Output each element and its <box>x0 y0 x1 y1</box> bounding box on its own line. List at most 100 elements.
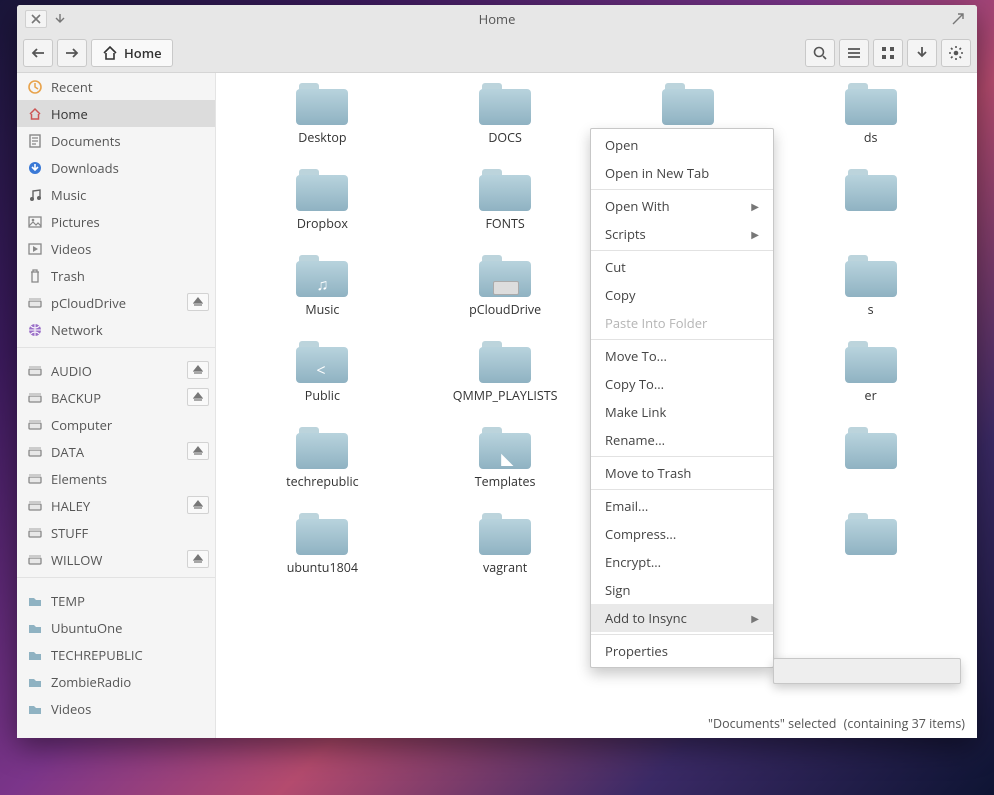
sidebar-item-tr[interactable]: TECHREPUBLIC <box>17 641 215 668</box>
back-button[interactable] <box>23 39 53 67</box>
sidebar-item-label: Music <box>51 186 86 204</box>
eject-button[interactable] <box>187 442 209 460</box>
folder-item[interactable]: ◣ Templates <box>419 427 592 505</box>
sidebar-item-stuff[interactable]: STUFF <box>17 519 215 546</box>
sidebar-item-haley[interactable]: HALEY <box>17 492 215 519</box>
eject-button[interactable] <box>187 293 209 311</box>
sidebar-item-elements[interactable]: Elements <box>17 465 215 492</box>
context-item[interactable]: Encrypt... <box>591 548 773 576</box>
context-item[interactable]: Scripts▶ <box>591 220 773 248</box>
location-button[interactable]: Home <box>91 39 173 67</box>
eject-button[interactable] <box>187 496 209 514</box>
folder-item[interactable]: QMMP_PLAYLISTS <box>419 341 592 419</box>
maximize-button[interactable] <box>947 10 969 28</box>
folder-label: DOCS <box>488 129 522 146</box>
settings-button[interactable] <box>941 39 971 67</box>
context-item[interactable]: Move To... <box>591 342 773 370</box>
sidebar-item-ubuntuone[interactable]: UbuntuOne <box>17 614 215 641</box>
sidebar-item-temp[interactable]: TEMP <box>17 587 215 614</box>
sidebar-item-bvids[interactable]: Videos <box>17 695 215 722</box>
eject-button[interactable] <box>187 361 209 379</box>
bvids-icon <box>27 701 43 717</box>
folder-item[interactable]: pCloudDrive <box>419 255 592 333</box>
context-item[interactable]: Rename... <box>591 426 773 454</box>
folder-item[interactable] <box>784 169 957 247</box>
folder-item[interactable]: < Public <box>236 341 409 419</box>
context-item[interactable]: Open With▶ <box>591 192 773 220</box>
download-button[interactable] <box>907 39 937 67</box>
sidebar-item-willow[interactable]: WILLOW <box>17 546 215 573</box>
folder-label: FONTS <box>485 215 524 232</box>
context-item[interactable]: Compress... <box>591 520 773 548</box>
minimize-button[interactable] <box>49 10 71 28</box>
folder-item[interactable]: Dropbox <box>236 169 409 247</box>
context-submenu[interactable] <box>773 658 961 684</box>
eject-button[interactable] <box>187 550 209 568</box>
context-item[interactable]: Add to Insync▶ <box>591 604 773 632</box>
folder-item[interactable]: ds <box>784 83 957 161</box>
statusbar-detail: (containing 37 items) <box>844 715 965 732</box>
forward-button[interactable] <box>57 39 87 67</box>
sidebar-item-data[interactable]: DATA <box>17 438 215 465</box>
sidebar-item-recent[interactable]: Recent <box>17 73 215 100</box>
search-button[interactable] <box>805 39 835 67</box>
sidebar-item-pics[interactable]: Pictures <box>17 208 215 235</box>
folder-item[interactable]: ♫ Music <box>236 255 409 333</box>
context-item-label: Open With <box>605 197 670 215</box>
close-button[interactable] <box>25 10 47 28</box>
sidebar-item-label: Videos <box>51 700 91 718</box>
context-item-label: Sign <box>605 581 630 599</box>
folder-label: vagrant <box>483 559 527 576</box>
grid-view-button[interactable] <box>873 39 903 67</box>
eject-button[interactable] <box>187 388 209 406</box>
folder-item[interactable]: FONTS <box>419 169 592 247</box>
folder-icon <box>845 513 897 555</box>
folder-item[interactable]: er <box>784 341 957 419</box>
sidebar-item-label: Downloads <box>51 159 119 177</box>
sidebar-item-pcloud[interactable]: pCloudDrive <box>17 289 215 316</box>
context-item-label: Copy To... <box>605 375 664 393</box>
context-menu[interactable]: OpenOpen in New Tab Open With▶Scripts▶ Cut… <box>590 128 774 668</box>
sidebar-item-network[interactable]: Network <box>17 316 215 343</box>
context-item[interactable]: Open <box>591 131 773 159</box>
folder-item[interactable]: techrepublic <box>236 427 409 505</box>
folder-item[interactable]: s <box>784 255 957 333</box>
context-item[interactable]: Cut <box>591 253 773 281</box>
context-item[interactable]: Make Link <box>591 398 773 426</box>
sidebar-item-trash[interactable]: Trash <box>17 262 215 289</box>
sidebar-item-home[interactable]: Home <box>17 100 215 127</box>
folder-icon <box>845 255 897 297</box>
videos-icon <box>27 241 43 257</box>
list-view-button[interactable] <box>839 39 869 67</box>
folder-item[interactable]: ubuntu1804 <box>236 513 409 591</box>
context-separator <box>591 250 773 251</box>
context-item[interactable]: Properties <box>591 637 773 665</box>
folder-item[interactable]: DOCS <box>419 83 592 161</box>
sidebar-item-videos[interactable]: Videos <box>17 235 215 262</box>
folder-icon <box>296 83 348 125</box>
sidebar-item-label: WILLOW <box>51 551 102 569</box>
sidebar-item-label: TEMP <box>51 592 85 610</box>
folder-item[interactable]: Desktop <box>236 83 409 161</box>
folder-item[interactable]: vagrant <box>419 513 592 591</box>
folder-item[interactable] <box>784 427 957 505</box>
context-item[interactable]: Email... <box>591 492 773 520</box>
sidebar-item-audio[interactable]: AUDIO <box>17 357 215 384</box>
sidebar-item-computer[interactable]: Computer <box>17 411 215 438</box>
backup-icon <box>27 390 43 406</box>
folder-item[interactable] <box>784 513 957 591</box>
context-item[interactable]: Copy <box>591 281 773 309</box>
context-item[interactable]: Move to Trash <box>591 459 773 487</box>
context-item: Paste Into Folder <box>591 309 773 337</box>
folder-icon <box>662 83 714 125</box>
context-item[interactable]: Open in New Tab <box>591 159 773 187</box>
sidebar-item-zr[interactable]: ZombieRadio <box>17 668 215 695</box>
folder-label: Desktop <box>298 129 346 146</box>
sidebar-item-backup[interactable]: BACKUP <box>17 384 215 411</box>
sidebar-item-dl[interactable]: Downloads <box>17 154 215 181</box>
sidebar-item-label: Documents <box>51 132 121 150</box>
context-item[interactable]: Copy To... <box>591 370 773 398</box>
sidebar-item-music[interactable]: Music <box>17 181 215 208</box>
context-item[interactable]: Sign <box>591 576 773 604</box>
sidebar-item-docs[interactable]: Documents <box>17 127 215 154</box>
